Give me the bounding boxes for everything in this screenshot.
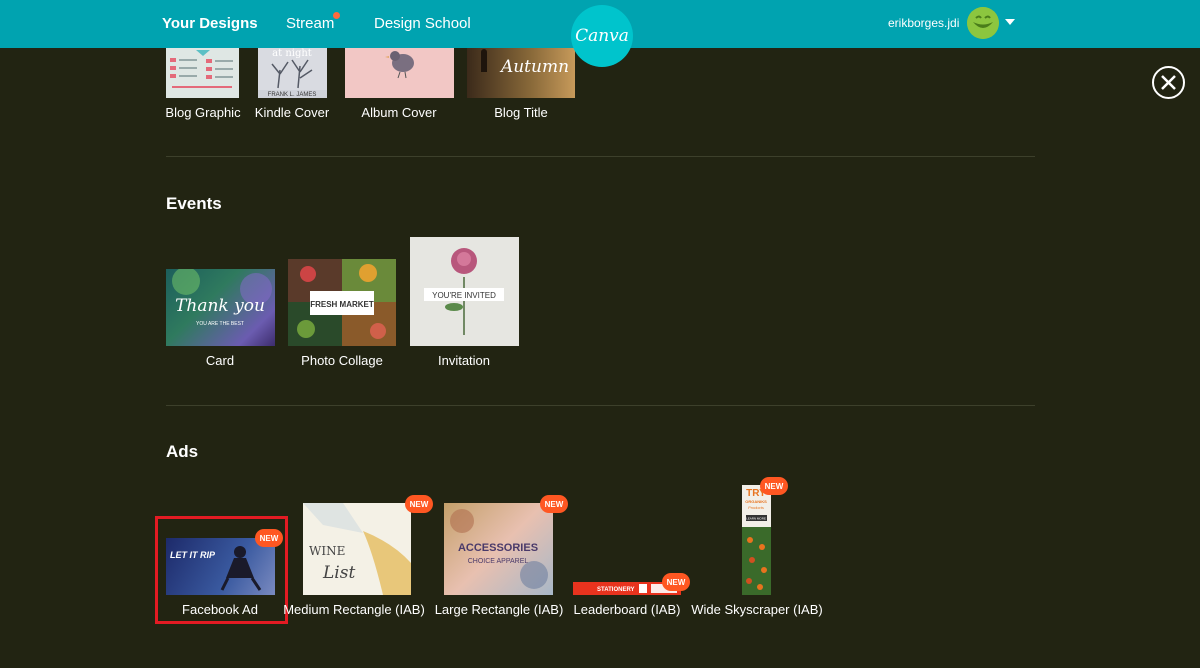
svg-text:FRANK L. JAMES: FRANK L. JAMES: [268, 92, 317, 98]
tile-label: Blog Title: [494, 105, 548, 120]
tile-label: Medium Rectangle (IAB): [283, 602, 425, 617]
tile-label: Photo Collage: [301, 353, 383, 368]
new-badge: NEW: [760, 477, 788, 495]
new-badge: NEW: [405, 495, 433, 513]
username[interactable]: erikborges.jdi: [888, 16, 959, 30]
photo-collage-thumbnail: FRESH MARKET: [288, 259, 396, 346]
svg-text:YOU'RE INVITED: YOU'RE INVITED: [432, 291, 496, 300]
kindle-cover-thumbnail: at night FRANK L. JAMES: [258, 48, 327, 98]
account-dropdown-icon[interactable]: [1005, 19, 1015, 25]
svg-text:FRESH MARKET: FRESH MARKET: [310, 300, 374, 309]
svg-text:Thank you: Thank you: [175, 296, 265, 316]
close-button[interactable]: [1152, 66, 1185, 99]
smiley-avatar-icon: [967, 7, 999, 39]
new-badge: NEW: [662, 573, 690, 591]
section-title-events: Events: [166, 194, 222, 213]
section-divider: [166, 405, 1035, 406]
svg-text:List: List: [322, 563, 355, 583]
tile-label: Kindle Cover: [254, 105, 330, 120]
section-divider: [166, 156, 1035, 157]
svg-text:Products: Products: [748, 505, 764, 510]
section-title-ads: Ads: [166, 442, 199, 461]
stream-notification-dot: [333, 12, 340, 19]
blog-graphic-thumbnail: [166, 48, 239, 98]
nav-stream[interactable]: Stream: [286, 15, 334, 32]
svg-text:CHOICE APPAREL: CHOICE APPAREL: [468, 558, 529, 565]
svg-text:YOU ARE THE BEST: YOU ARE THE BEST: [196, 321, 244, 327]
svg-text:ORGANIKS: ORGANIKS: [745, 499, 767, 504]
card-thumbnail: Thank you YOU ARE THE BEST: [166, 269, 275, 346]
svg-text:STATIONERY: STATIONERY: [597, 587, 635, 593]
nav-your-designs[interactable]: Your Designs: [162, 15, 258, 32]
tile-label: Album Cover: [361, 105, 437, 120]
selection-highlight: [155, 516, 288, 624]
tile-label: Blog Graphic: [165, 105, 241, 120]
wide-skyscraper-thumbnail: TRY ORGANIKS Products LEARN MORE: [742, 485, 771, 595]
avatar[interactable]: [967, 7, 999, 39]
blog-title-thumbnail: Autumn: [467, 48, 575, 98]
nav-design-school[interactable]: Design School: [374, 15, 471, 32]
svg-text:WINE: WINE: [309, 544, 345, 558]
large-rectangle-thumbnail: ACCESSORIES CHOICE APPAREL: [444, 503, 553, 595]
close-icon: [1161, 75, 1176, 90]
tile-label: Wide Skyscraper (IAB): [691, 602, 823, 617]
canva-logo[interactable]: Canva: [571, 5, 633, 67]
invitation-thumbnail: YOU'RE INVITED: [410, 237, 519, 346]
tile-label: Leaderboard (IAB): [573, 602, 681, 617]
tile-label: Invitation: [437, 353, 491, 368]
tile-label: Large Rectangle (IAB): [434, 602, 564, 617]
album-cover-thumbnail: [345, 48, 454, 98]
tile-label: Card: [205, 353, 235, 368]
new-badge: NEW: [540, 495, 568, 513]
svg-text:Autumn: Autumn: [499, 57, 569, 77]
svg-text:ACCESSORIES: ACCESSORIES: [458, 542, 538, 554]
svg-text:LEARN MORE: LEARN MORE: [746, 517, 766, 521]
svg-text:at night: at night: [272, 48, 312, 59]
medium-rectangle-thumbnail: WINE List: [303, 503, 411, 595]
